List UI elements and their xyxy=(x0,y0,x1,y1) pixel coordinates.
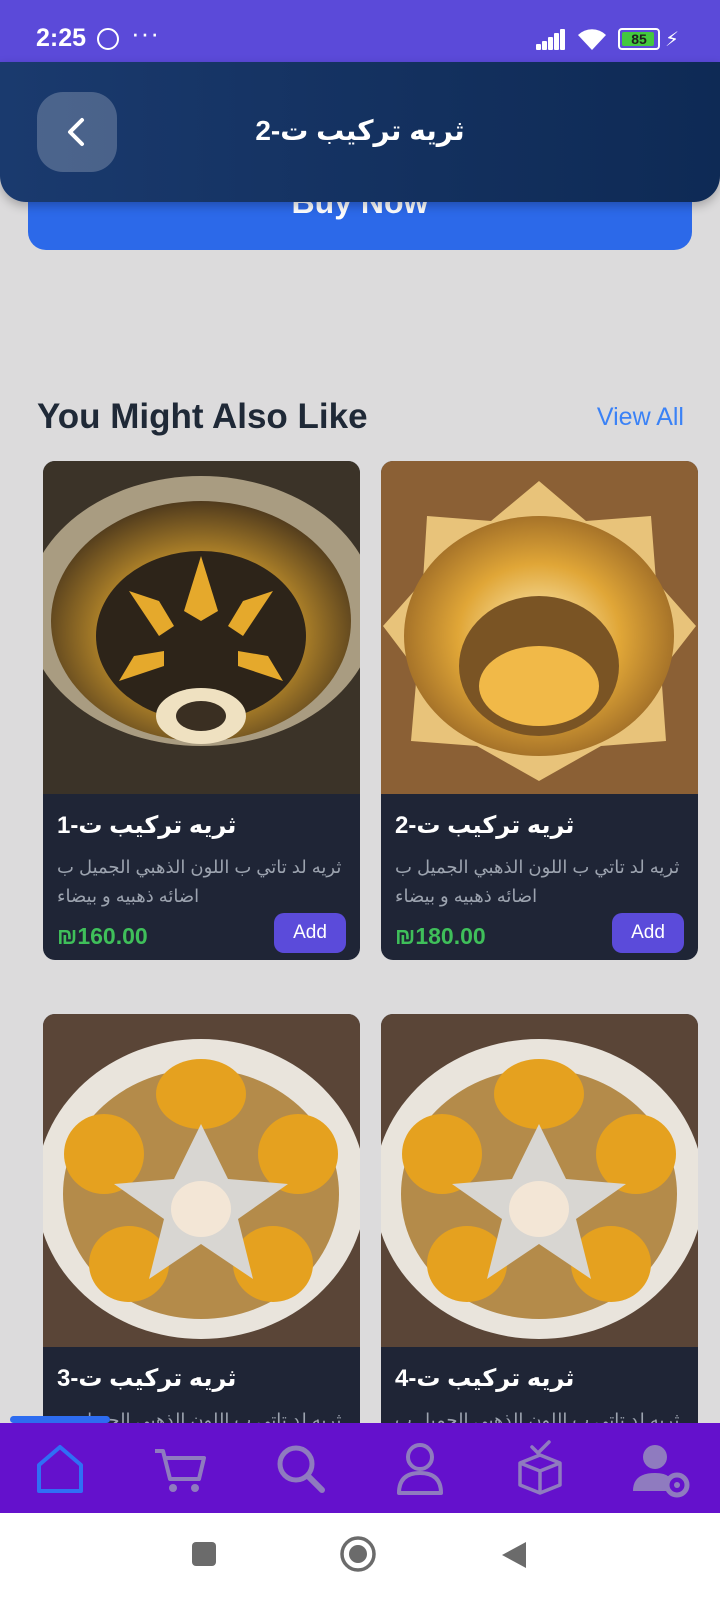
system-navigation-bar xyxy=(0,1513,720,1600)
back-button[interactable] xyxy=(37,92,117,172)
nav-orders[interactable] xyxy=(505,1433,575,1503)
chevron-left-icon xyxy=(68,118,84,146)
app-header: ثريه تركيب ت-2 xyxy=(0,62,720,202)
battery-level: 85 xyxy=(631,31,647,47)
home-icon xyxy=(37,1445,83,1493)
nav-search[interactable] xyxy=(265,1433,335,1503)
nav-cart[interactable] xyxy=(145,1433,215,1503)
add-to-cart-button[interactable]: Add xyxy=(274,913,346,953)
product-image xyxy=(381,461,698,794)
product-name: ثريه تركيب ت-4 xyxy=(395,1365,575,1392)
product-description: ثريه لد تاتي ب اللون الذهبي الجميل ب اضا… xyxy=(395,857,680,906)
nav-home[interactable] xyxy=(25,1433,95,1503)
product-price: ₪160.00 xyxy=(57,923,148,949)
settings-user-icon xyxy=(633,1445,690,1498)
wifi-icon xyxy=(578,29,606,50)
product-image xyxy=(43,1014,360,1347)
status-bar: 2:25 ··· 85 ⚡ xyxy=(0,0,720,62)
status-time: 2:25 xyxy=(36,24,87,52)
profile-icon xyxy=(397,1443,443,1495)
product-name: ثريه تركيب ت-3 xyxy=(57,1365,237,1392)
home-circle-icon[interactable] xyxy=(339,1535,377,1573)
signal-icon xyxy=(536,28,568,50)
product-description: ثريه لد تاتي ب اللون الذهبي الجميل ب اضا… xyxy=(57,857,342,906)
charging-bolt-icon: ⚡ xyxy=(665,29,680,51)
cart-icon xyxy=(155,1449,206,1492)
view-all-link[interactable]: View All xyxy=(597,403,684,432)
more-dots-icon: ··· xyxy=(131,18,160,48)
back-triangle-icon[interactable] xyxy=(500,1540,528,1570)
product-name: ثريه تركيب ت-2 xyxy=(395,812,575,839)
product-price: ₪180.00 xyxy=(395,923,486,949)
search-icon xyxy=(277,1445,325,1493)
recents-icon[interactable] xyxy=(190,1540,218,1568)
product-card[interactable]: ثريه تركيب ت-4 ثريه لد تاتي ب اللون الذه… xyxy=(381,1014,698,1444)
product-card[interactable]: ثريه تركيب ت-2 ثريه لد تاتي ب اللون الذه… xyxy=(381,461,698,960)
add-to-cart-button[interactable]: Add xyxy=(612,913,684,953)
whatsapp-icon xyxy=(97,28,119,50)
product-name: ثريه تركيب ت-1 xyxy=(57,812,237,839)
product-card[interactable]: ثريه تركيب ت-3 ثريه لد تاتي ب اللون الذه… xyxy=(43,1014,360,1444)
battery-icon: 85 xyxy=(618,28,660,50)
page-title: ثريه تركيب ت-2 xyxy=(255,115,465,146)
product-image xyxy=(381,1014,698,1347)
product-card[interactable]: ثريه تركيب ت-1 ثريه لد تاتي ب اللون الذه… xyxy=(43,461,360,960)
section-title: You Might Also Like xyxy=(37,397,368,436)
nav-settings[interactable] xyxy=(625,1433,695,1503)
bottom-navigation xyxy=(0,1423,720,1513)
active-tab-indicator xyxy=(10,1416,110,1423)
nav-profile[interactable] xyxy=(385,1433,455,1503)
orders-icon xyxy=(518,1440,562,1495)
product-image xyxy=(43,461,360,794)
